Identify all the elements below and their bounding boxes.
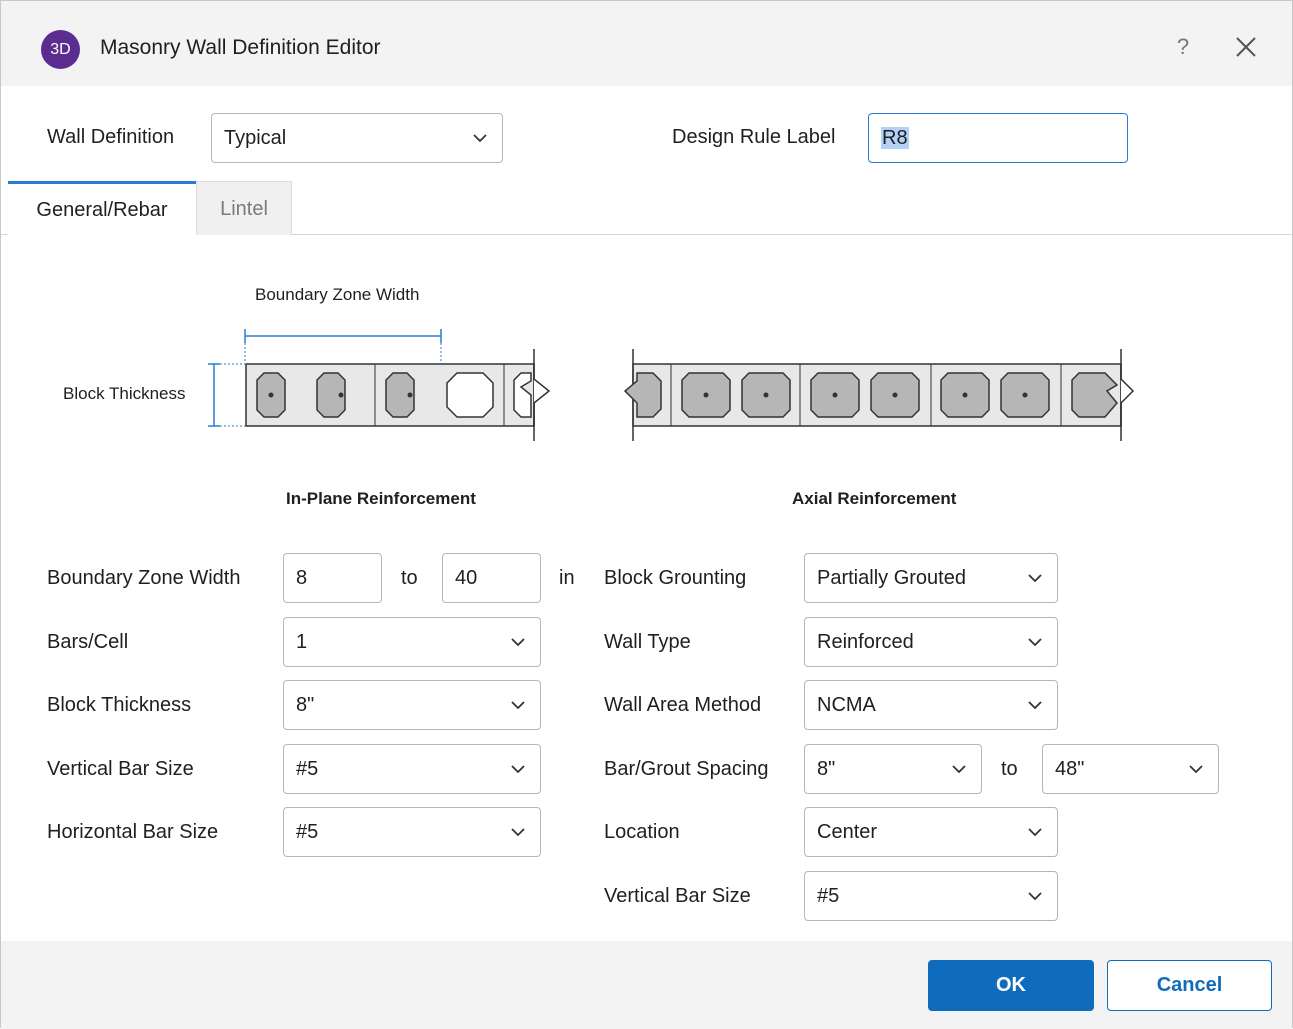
in-plane-wall-section (245, 349, 551, 441)
block-thickness-dimension (208, 363, 245, 427)
chevron-down-icon (1028, 574, 1042, 583)
bar-grout-spacing-to-label: to (1001, 758, 1018, 780)
ok-button[interactable]: OK (928, 960, 1094, 1011)
boundary-zone-unit: in (559, 567, 575, 589)
wall-area-method-dropdown[interactable]: NCMA (804, 680, 1058, 730)
block-grouting-label: Block Grounting (604, 567, 747, 589)
wall-definition-value: Typical (224, 127, 287, 149)
horizontal-bar-size-label: Horizontal Bar Size (47, 821, 219, 843)
wall-area-method-label: Wall Area Method (604, 694, 762, 716)
chevron-down-icon (1028, 638, 1042, 647)
boundary-zone-to-label: to (401, 567, 418, 589)
location-value: Center (817, 821, 878, 843)
chevron-down-icon (511, 701, 525, 710)
bar-grout-spacing-label: Bar/Grout Spacing (604, 758, 769, 780)
block-thickness-label: Block Thickness (47, 694, 192, 716)
dialog-title: Masonry Wall Definition Editor (100, 36, 381, 59)
bars-per-cell-label: Bars/Cell (47, 631, 129, 653)
horizontal-bar-size-value: #5 (296, 821, 319, 843)
block-thickness-dropdown[interactable]: 8" (283, 680, 541, 730)
block-grouting-value: Partially Grouted (817, 567, 966, 589)
location-label: Location (604, 821, 680, 843)
boundary-zone-dimension (244, 329, 442, 363)
block-thickness-value: 8" (296, 694, 315, 716)
wall-definition-dropdown[interactable]: Typical (211, 113, 503, 163)
bars-per-cell-value: 1 (296, 631, 308, 653)
design-rule-input[interactable]: R8 (868, 113, 1128, 163)
chevron-down-icon (511, 828, 525, 837)
design-rule-label: Design Rule Label (672, 126, 836, 148)
chevron-down-icon (1028, 892, 1042, 901)
bar-grout-spacing-from-dropdown[interactable]: 8" (804, 744, 982, 794)
axial-vertical-bar-size-value: #5 (817, 885, 840, 907)
block-grouting-dropdown[interactable]: Partially Grouted (804, 553, 1058, 603)
boundary-zone-from-value: 8 (296, 567, 308, 589)
chevron-down-icon (473, 134, 487, 143)
boundary-zone-from-input[interactable]: 8 (283, 553, 382, 603)
dialog-window: 3D Masonry Wall Definition Editor ? Wall… (0, 0, 1293, 1029)
boundary-zone-to-input[interactable]: 40 (442, 553, 541, 603)
dialog-footer (1, 941, 1292, 1029)
horizontal-bar-size-dropdown[interactable]: #5 (283, 807, 541, 857)
app-3d-icon: 3D (41, 30, 80, 69)
axial-section-title: Axial Reinforcement (792, 489, 957, 508)
help-icon[interactable]: ? (1171, 32, 1195, 62)
cancel-button[interactable]: Cancel (1107, 960, 1272, 1011)
in-plane-vertical-bar-size-dropdown[interactable]: #5 (283, 744, 541, 794)
tab-general-rebar[interactable]: General/Rebar (8, 181, 196, 235)
wall-definition-label: Wall Definition (47, 126, 175, 148)
title-bar: 3D Masonry Wall Definition Editor ? (1, 1, 1292, 86)
bar-grout-spacing-to-value: 48" (1055, 758, 1085, 780)
bar-grout-spacing-from-value: 8" (817, 758, 836, 780)
in-plane-section-title: In-Plane Reinforcement (286, 489, 476, 508)
wall-type-label: Wall Type (604, 631, 691, 653)
boundary-zone-width-label: Boundary Zone Width (47, 567, 241, 589)
chevron-down-icon (511, 638, 525, 647)
chevron-down-icon (511, 765, 525, 774)
wall-type-dropdown[interactable]: Reinforced (804, 617, 1058, 667)
design-rule-value: R8 (881, 127, 909, 149)
axial-vertical-bar-size-dropdown[interactable]: #5 (804, 871, 1058, 921)
masonry-wall-diagram (208, 329, 1135, 441)
chevron-down-icon (1028, 828, 1042, 837)
wall-area-method-value: NCMA (817, 694, 876, 716)
axial-vertical-bar-size-label: Vertical Bar Size (604, 885, 751, 907)
chevron-down-icon (952, 765, 966, 774)
in-plane-vertical-bar-size-value: #5 (296, 758, 319, 780)
diagram-boundary-zone-label: Boundary Zone Width (255, 285, 420, 304)
bars-per-cell-dropdown[interactable]: 1 (283, 617, 541, 667)
axial-wall-section (623, 349, 1135, 441)
location-dropdown[interactable]: Center (804, 807, 1058, 857)
bar-grout-spacing-to-dropdown[interactable]: 48" (1042, 744, 1219, 794)
wall-type-value: Reinforced (817, 631, 914, 653)
close-icon[interactable] (1231, 32, 1261, 62)
chevron-down-icon (1028, 701, 1042, 710)
in-plane-vertical-bar-size-label: Vertical Bar Size (47, 758, 194, 780)
tab-lintel[interactable]: Lintel (196, 181, 292, 235)
boundary-zone-to-value: 40 (455, 567, 478, 589)
chevron-down-icon (1189, 765, 1203, 774)
